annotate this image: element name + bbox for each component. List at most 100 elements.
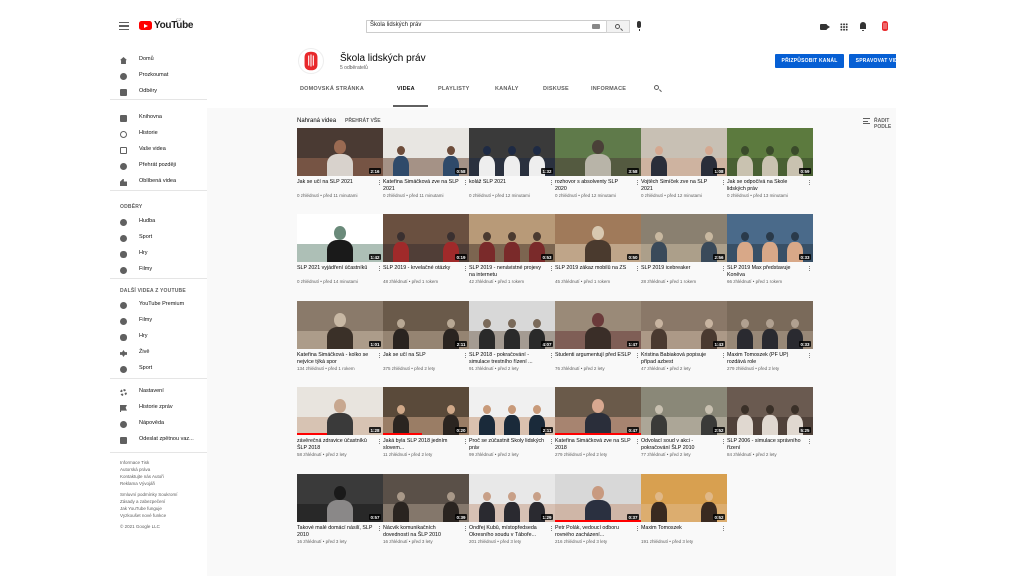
video-card[interactable]: 0:47 Kateřina Šimáčková zve na ŠLP 2018 27… — [555, 387, 641, 467]
notifications-bell-icon[interactable] — [860, 22, 866, 31]
video-card[interactable]: 1:47 Studenti argumentují před ESLP 76 zhl… — [555, 301, 641, 381]
video-card[interactable]: 1:42 ŠLP 2021 vyjádření účastníků 0 zhlédn… — [297, 214, 383, 294]
more-options-icon[interactable] — [464, 439, 466, 441]
video-thumbnail[interactable]: 0:58 — [383, 128, 469, 176]
video-title[interactable]: Kateřina Šimáčková - kolko se nejvíce tý… — [297, 352, 373, 366]
more-options-icon[interactable] — [550, 526, 552, 528]
footer-link[interactable]: Smluvní podmínky Soukromí — [120, 491, 205, 498]
video-card[interactable]: 0:37 Petr Polák, vedoucí odboru rovného z… — [555, 474, 641, 554]
more-options-icon[interactable] — [378, 266, 380, 268]
video-card[interactable]: 0:57 Takové malé domácí násilí, ŠLP 2010 1… — [297, 474, 383, 554]
video-title[interactable]: ŠLP 2019 icebreaker — [641, 265, 717, 272]
footer-link[interactable]: Zásady a zabezpečení — [120, 498, 205, 505]
video-title[interactable]: ŠLP 2006 - simulace správního řízení — [727, 438, 803, 452]
video-thumbnail[interactable]: 0:19 — [383, 214, 469, 262]
video-title[interactable]: koláž ŠLP 2021 — [469, 179, 545, 186]
footer-link[interactable]: Vyzkoušet nové funkce — [120, 512, 205, 519]
more-options-icon[interactable] — [464, 180, 466, 182]
video-title[interactable]: Petr Polák, vedoucí odboru rovného zachá… — [555, 525, 631, 539]
video-title[interactable]: ŠLP 2019 - krvelačné otázky — [383, 265, 459, 272]
video-thumbnail[interactable]: 0:39 — [383, 474, 469, 522]
more-options-icon[interactable] — [636, 353, 638, 355]
youtube-logo-icon[interactable] — [139, 21, 152, 30]
video-title[interactable]: Jak se učí na ŠLP — [383, 352, 459, 359]
footer-link[interactable]: Jak YouTube funguje — [120, 505, 205, 512]
more-options-icon[interactable] — [636, 526, 638, 528]
more-options-icon[interactable] — [722, 180, 724, 182]
sidebar-item[interactable]: Přehrát později — [110, 160, 207, 174]
more-options-icon[interactable] — [722, 353, 724, 355]
video-card[interactable]: 0:59 Jak se odpočívá na Škole lidských pr… — [727, 128, 813, 208]
video-thumbnail[interactable]: 0:57 — [297, 474, 383, 522]
video-thumbnail[interactable]: 0:33 — [727, 214, 813, 262]
video-title[interactable]: Ondřej Kubů, místopředseda Okresního sou… — [469, 525, 545, 539]
video-card[interactable]: 5:25 ŠLP 2006 - simulace správního řízení… — [727, 387, 813, 467]
video-card[interactable]: 0:20 Jaká byla ŠLP 2018 jedním slovem... 1… — [383, 387, 469, 467]
video-card[interactable]: 2:52 Odvolací soud v akci - pokračování Š… — [641, 387, 727, 467]
video-title[interactable]: Kateřina Šimáčková zve na ŠLP 2021 — [383, 179, 459, 193]
video-card[interactable]: 0:39 Nácvik komunikačních dovedností na Š… — [383, 474, 469, 554]
customize-channel-button[interactable]: PŘIZPŮSOBIT KANÁL — [775, 54, 844, 68]
sidebar-item[interactable]: Vaše videa — [110, 144, 207, 158]
keyboard-icon[interactable] — [592, 24, 600, 29]
account-avatar[interactable] — [881, 21, 889, 31]
more-options-icon[interactable] — [636, 266, 638, 268]
video-title[interactable]: závěrečná zdravice účastníků ŠLP 2018 — [297, 438, 373, 452]
video-title[interactable]: Jak se odpočívá na Škole lidských práv — [727, 179, 803, 193]
video-thumbnail[interactable]: 0:52 — [641, 474, 727, 522]
video-title[interactable]: Maxim Tomoszek (PF UP) rozdává role — [727, 352, 803, 366]
more-options-icon[interactable] — [378, 180, 380, 182]
video-card[interactable]: 0:58 Kateřina Šimáčková zve na ŠLP 2021 0 … — [383, 128, 469, 208]
footer-link[interactable]: Informace Tisk — [120, 459, 205, 466]
search-input[interactable]: Škola lidských práv — [366, 20, 606, 33]
video-thumbnail[interactable]: 2:16 — [297, 128, 383, 176]
video-thumbnail[interactable]: 4:07 — [469, 301, 555, 349]
sidebar-item[interactable]: Historie zpráv — [110, 402, 207, 416]
video-title[interactable]: Studenti argumentují před ESLP — [555, 352, 631, 359]
sort-icon[interactable] — [863, 118, 870, 124]
more-options-icon[interactable] — [464, 266, 466, 268]
video-title[interactable]: Jak se učí na ŠLP 2021 — [297, 179, 373, 186]
footer-link[interactable]: © 2021 Google LLC — [120, 523, 205, 530]
video-card[interactable]: 4:07 ŠLP 2018 - pokračování - simulace tr… — [469, 301, 555, 381]
microphone-icon[interactable] — [637, 21, 641, 31]
video-thumbnail[interactable]: 0:50 — [555, 214, 641, 262]
youtube-logo-text[interactable]: YouTube — [154, 20, 194, 31]
video-card[interactable]: 3:58 rozhovor s absolventy ŠLP 2020 0 zhlé… — [555, 128, 641, 208]
video-title[interactable]: Vojtěch Šimíček zve na ŠLP 2021 — [641, 179, 717, 193]
sidebar-item[interactable]: Historie — [110, 128, 207, 142]
video-title[interactable]: ŠLP 2018 - pokračování - simulace trestn… — [469, 352, 545, 366]
more-options-icon[interactable] — [550, 266, 552, 268]
more-options-icon[interactable] — [722, 266, 724, 268]
video-card[interactable]: 1:01 Kateřina Šimáčková - kolko se nejvíc… — [297, 301, 383, 381]
video-thumbnail[interactable]: 2:56 — [641, 214, 727, 262]
sidebar-item[interactable]: Prozkoumat — [110, 70, 207, 84]
tab-3[interactable]: KANÁLY — [495, 86, 519, 92]
sidebar-item[interactable]: Hry — [110, 331, 207, 345]
create-video-icon[interactable] — [820, 24, 830, 30]
video-card[interactable]: 2:11 Proč se zúčastnit Školy lidských prá… — [469, 387, 555, 467]
footer-link[interactable]: Kontaktujte nás Autoři — [120, 473, 205, 480]
video-card[interactable]: 1:43 Kristina Babiaková popisuje případ a… — [641, 301, 727, 381]
video-title[interactable]: Odvolací soud v akci - pokračování ŠLP 2… — [641, 438, 717, 452]
video-card[interactable]: 1:08 Vojtěch Šimíček zve na ŠLP 2021 0 zhl… — [641, 128, 727, 208]
more-options-icon[interactable] — [378, 439, 380, 441]
hamburger-menu-icon[interactable] — [119, 22, 129, 30]
video-card[interactable]: 0:19 ŠLP 2019 - krvelačné otázky 48 zhlédn… — [383, 214, 469, 294]
video-title[interactable]: Proč se zúčastnit Školy lidských práv — [469, 438, 545, 452]
video-title[interactable]: Kateřina Šimáčková zve na ŠLP 2018 — [555, 438, 631, 452]
channel-search-icon[interactable] — [654, 85, 659, 90]
more-options-icon[interactable] — [808, 180, 810, 182]
video-card[interactable]: 2:11 Jak se učí na ŠLP 375 zhlédnutí • pře… — [383, 301, 469, 381]
video-card[interactable]: 1:28 závěrečná zdravice účastníků ŠLP 201… — [297, 387, 383, 467]
more-options-icon[interactable] — [550, 439, 552, 441]
sidebar-item[interactable]: Nápověda — [110, 418, 207, 432]
video-title[interactable]: ŠLP 2021 vyjádření účastníků — [297, 265, 373, 272]
video-card[interactable]: 1:32 koláž ŠLP 2021 0 zhlédnutí • před 12 … — [469, 128, 555, 208]
footer-link[interactable]: Autorská práva — [120, 466, 205, 473]
video-title[interactable]: Nácvik komunikačních dovedností na ŠLP 2… — [383, 525, 459, 539]
apps-grid-icon[interactable] — [840, 23, 848, 31]
channel-logo[interactable] — [298, 48, 324, 74]
sidebar-item[interactable]: Domů — [110, 54, 207, 68]
video-card[interactable]: 0:50 ŠLP 2019 zákaz mobilů na ZŠ 45 zhlédn… — [555, 214, 641, 294]
